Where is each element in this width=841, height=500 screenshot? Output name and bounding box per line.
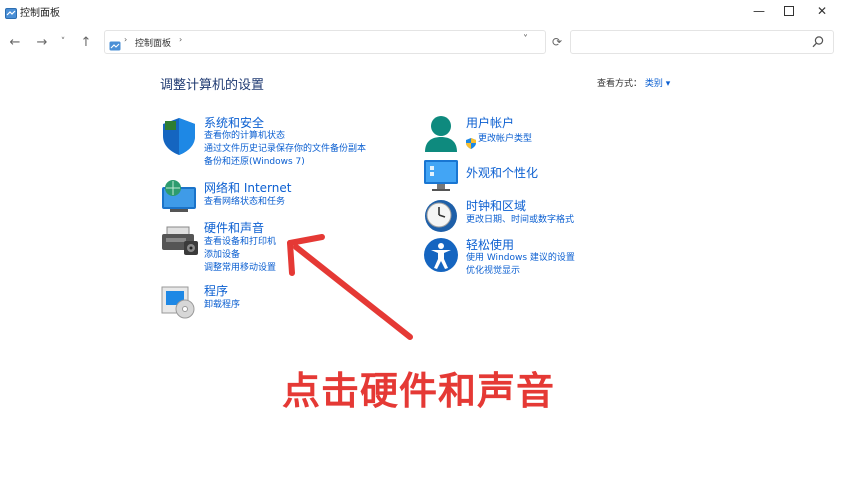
link-change-account-type[interactable]: 更改帐户类型 (478, 133, 532, 146)
arrow-right-icon: → (36, 34, 48, 50)
refresh-button[interactable]: ⟳ (548, 33, 566, 51)
link-change-date-time-format[interactable]: 更改日期、时间或数字格式 (466, 214, 574, 227)
link-uninstall-program[interactable]: 卸载程序 (204, 299, 240, 312)
refresh-icon: ⟳ (551, 35, 563, 49)
link-backup-restore[interactable]: 备份和还原(Windows 7) (204, 156, 305, 169)
window-title: 控制面板 (20, 8, 60, 19)
link-view-computer-status[interactable]: 查看你的计算机状态 (204, 130, 285, 143)
printer-icon[interactable] (160, 223, 200, 263)
category-title-clock-region[interactable]: 时钟和区域 (466, 197, 526, 214)
title-bar: 控制面板 — ✕ (0, 0, 841, 22)
page-title: 调整计算机的设置 (160, 78, 265, 93)
link-windows-suggested-settings[interactable]: 使用 Windows 建议的设置 (466, 252, 575, 265)
arrow-up-icon: ↑ (80, 34, 92, 50)
address-toolbar: ← → ˅ ↑ › 控制面板 › ˅ ⟳ (0, 28, 841, 56)
address-field[interactable]: › 控制面板 › ˅ (104, 30, 546, 54)
control-panel-icon (109, 36, 121, 51)
arrow-left-icon: ← (9, 34, 21, 50)
minimize-icon: — (753, 4, 765, 18)
close-icon: ✕ (816, 4, 828, 18)
category-title-appearance[interactable]: 外观和个性化 (466, 164, 538, 181)
annotation-arrow (287, 234, 413, 340)
user-icon[interactable] (422, 114, 462, 154)
chevron-down-icon[interactable]: ▾ (666, 79, 671, 89)
view-by-label: 查看方式： (597, 79, 643, 89)
view-by-dropdown[interactable]: 类别 (645, 79, 663, 89)
category-title-ease-of-access[interactable]: 轻松使用 (466, 236, 514, 253)
search-icon[interactable] (811, 34, 825, 48)
network-icon[interactable] (160, 179, 200, 219)
link-network-status[interactable]: 查看网络状态和任务 (204, 196, 285, 209)
category-title-hardware-sound[interactable]: 硬件和声音 (204, 219, 264, 236)
up-button[interactable]: ↑ (77, 33, 95, 51)
category-title-user-accounts[interactable]: 用户帐户 (466, 114, 514, 131)
chevron-down-icon: ˅ (60, 37, 66, 47)
maximize-icon (784, 6, 794, 16)
breadcrumb-separator-icon: › (179, 35, 183, 44)
category-title-system-security[interactable]: 系统和安全 (204, 114, 264, 131)
category-title-network-internet[interactable]: 网络和 Internet (204, 179, 291, 196)
search-input[interactable] (570, 30, 834, 54)
clock-icon[interactable] (422, 197, 462, 237)
back-button[interactable]: ← (6, 33, 24, 51)
link-file-history-backup[interactable]: 通过文件历史记录保存你的文件备份副本 (204, 143, 366, 156)
link-devices-printers[interactable]: 查看设备和打印机 (204, 236, 276, 249)
annotation-text: 点击硬件和声音 (282, 369, 556, 413)
forward-button[interactable]: → (33, 33, 51, 51)
control-panel-app-icon (5, 4, 17, 19)
uac-shield-icon (466, 134, 476, 149)
breadcrumb-separator-icon: › (124, 35, 128, 44)
recent-locations-button[interactable]: ˅ (54, 33, 72, 51)
monitor-icon[interactable] (422, 158, 462, 198)
programs-icon[interactable] (160, 284, 200, 324)
shield-icon[interactable] (160, 116, 200, 156)
close-button[interactable]: ✕ (803, 0, 841, 22)
category-title-programs[interactable]: 程序 (204, 282, 228, 299)
link-mobility-settings[interactable]: 调整常用移动设置 (204, 262, 276, 275)
accessibility-icon[interactable] (422, 236, 462, 276)
link-add-device[interactable]: 添加设备 (204, 249, 240, 262)
link-optimize-visual-display[interactable]: 优化视觉显示 (466, 265, 520, 278)
address-dropdown-button[interactable]: ˅ (523, 34, 528, 45)
chevron-down-icon: ˅ (523, 34, 528, 45)
breadcrumb[interactable]: 控制面板 (135, 36, 171, 49)
view-by-control: 查看方式： 类别 ▾ (597, 76, 670, 89)
